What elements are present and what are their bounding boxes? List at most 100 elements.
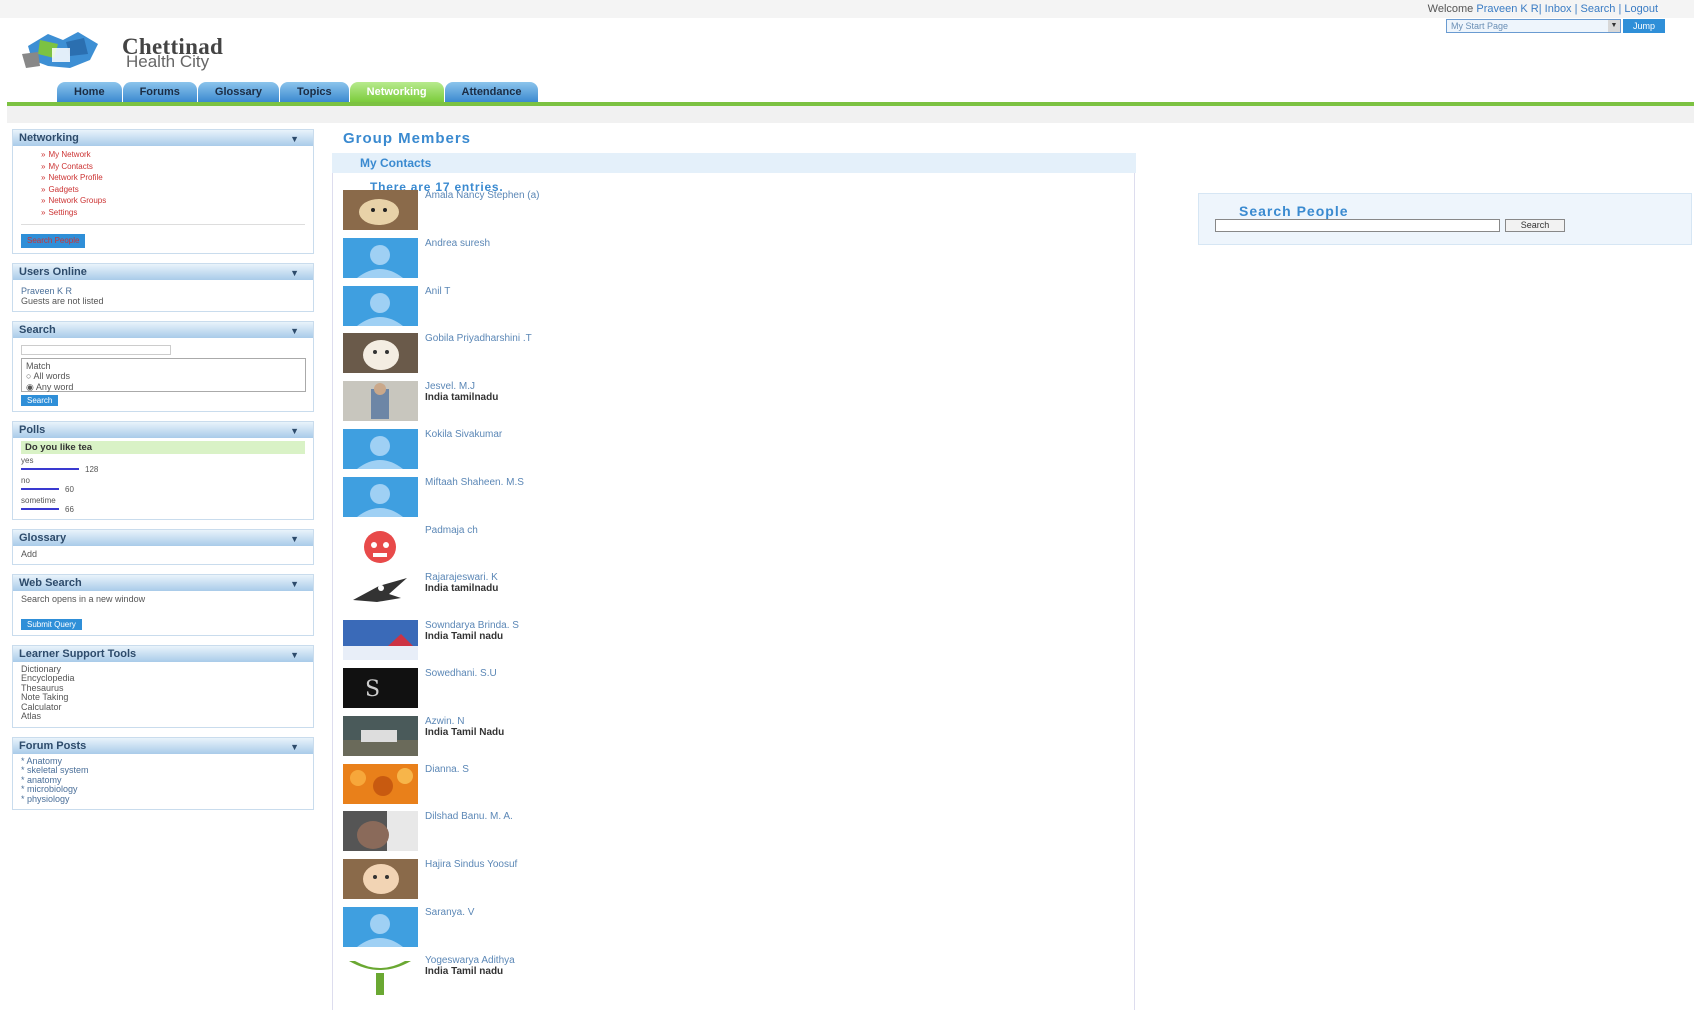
member-avatar[interactable] <box>343 429 418 469</box>
member-name-link[interactable]: Anil T <box>425 286 450 297</box>
member-name-link[interactable]: Yogeswarya Adithya <box>425 955 515 966</box>
learner-tools-header[interactable]: Learner Support Tools ▼ <box>13 645 313 663</box>
search-people-panel: Search People Search <box>1198 193 1692 245</box>
tool-calculator[interactable]: Calculator <box>21 702 305 713</box>
member-avatar[interactable] <box>343 285 418 326</box>
nav-link-network-groups[interactable]: » Network Groups <box>21 195 305 207</box>
member-location: India tamilnadu <box>425 583 499 595</box>
search-people-submit[interactable]: Search <box>1505 219 1565 232</box>
member-avatar[interactable] <box>343 333 418 374</box>
submit-query-button[interactable]: Submit Query <box>21 618 82 630</box>
search-block: Search ▼ Match ○ All words ◉ Any word Se… <box>12 320 314 412</box>
member-name-link[interactable]: Jesvel. M.J <box>425 381 475 392</box>
match-label: Match <box>26 360 51 371</box>
forum-post-link[interactable]: * physiology <box>21 794 305 805</box>
member-name-link[interactable]: Kokila Sivakumar <box>425 429 502 440</box>
sidebar-search-input[interactable] <box>21 344 171 355</box>
member-avatar[interactable]: S <box>343 668 418 708</box>
networking-block-header[interactable]: Networking ▼ <box>13 130 313 146</box>
member-name-link[interactable]: Sowedhani. S.U <box>425 668 497 679</box>
radio-any-word[interactable]: ◉ Any word <box>26 382 301 393</box>
collapse-chevron-icon[interactable]: ▼ <box>290 323 299 339</box>
member-avatar[interactable] <box>343 620 418 661</box>
member-avatar[interactable] <box>343 811 418 852</box>
member-location: India tamilnadu <box>425 392 499 404</box>
member-avatar[interactable] <box>343 859 418 900</box>
member-avatar[interactable] <box>343 237 418 278</box>
nav-link-gadgets[interactable]: » Gadgets <box>21 184 305 196</box>
member-row: S Sowedhani. S.U <box>343 668 943 713</box>
forum-posts-header[interactable]: Forum Posts ▼ <box>13 737 313 755</box>
member-avatar[interactable] <box>343 954 418 995</box>
tab-forums[interactable]: Forums <box>122 82 197 102</box>
tab-attendance[interactable]: Attendance <box>444 82 539 102</box>
collapse-chevron-icon[interactable]: ▼ <box>290 739 299 755</box>
collapse-chevron-icon[interactable]: ▼ <box>290 531 299 547</box>
member-row: Dianna. S <box>343 763 943 809</box>
member-avatar[interactable] <box>343 907 418 947</box>
glossary-add-link[interactable]: Add <box>21 549 305 559</box>
bullet-icon: » <box>41 184 46 194</box>
online-user[interactable]: Praveen K R <box>21 286 305 296</box>
guests-note: Guests are not listed <box>21 295 104 306</box>
member-avatar[interactable] <box>343 476 418 517</box>
tab-topics[interactable]: Topics <box>280 82 349 102</box>
nav-link-my-contacts[interactable]: » My Contacts <box>21 161 305 173</box>
search-block-header[interactable]: Search ▼ <box>13 321 313 339</box>
collapse-chevron-icon[interactable]: ▼ <box>290 423 299 439</box>
nav-link-my-network[interactable]: » My Network <box>21 149 305 161</box>
nav-link-settings[interactable]: » Settings <box>21 207 305 219</box>
member-name-link[interactable]: Rajarajeswari. K <box>425 572 498 583</box>
sub-bar <box>7 106 1694 123</box>
member-name-link[interactable]: Dianna. S <box>425 764 469 775</box>
web-search-header[interactable]: Web Search ▼ <box>13 574 313 592</box>
block-title: Networking <box>19 132 79 144</box>
radio-all-words[interactable]: ○ All words <box>26 371 301 382</box>
member-avatar[interactable] <box>343 190 418 230</box>
tool-note-taking[interactable]: Note Taking <box>21 692 305 703</box>
glossary-block-header[interactable]: Glossary ▼ <box>13 529 313 547</box>
users-online-header[interactable]: Users Online ▼ <box>13 263 313 281</box>
jump-button[interactable]: Jump <box>1623 19 1665 33</box>
collapse-chevron-icon[interactable]: ▼ <box>290 647 299 663</box>
member-avatar[interactable] <box>343 381 418 422</box>
member-name-link[interactable]: Saranya. V <box>425 907 474 918</box>
member-row: Yogeswarya Adithya India Tamil nadu <box>343 954 943 1000</box>
member-name-link[interactable]: Andrea suresh <box>425 238 490 249</box>
collapse-chevron-icon[interactable]: ▼ <box>290 576 299 592</box>
learner-tools-block: Learner Support Tools ▼ Dictionary Encyc… <box>12 644 314 728</box>
member-row: Anil T <box>343 285 943 331</box>
member-avatar[interactable] <box>343 715 418 756</box>
collapse-chevron-icon[interactable]: ▼ <box>290 131 299 147</box>
search-people-input[interactable] <box>1215 219 1500 232</box>
tab-networking[interactable]: Networking <box>349 82 444 102</box>
member-name-link[interactable]: Sowndarya Brinda. S <box>425 620 519 631</box>
nav-link-network-profile[interactable]: » Network Profile <box>21 172 305 184</box>
member-name-link[interactable]: Padmaja ch <box>425 525 478 536</box>
start-page-select[interactable]: My Start Page ▼ <box>1446 19 1621 33</box>
member-name-link[interactable]: Gobila Priyadharshini .T <box>425 333 532 344</box>
member-name-link[interactable]: Dilshad Banu. M. A. <box>425 811 513 822</box>
member-avatar[interactable] <box>343 524 418 565</box>
tab-glossary[interactable]: Glossary <box>197 82 279 102</box>
member-row: Amala Nancy Stephen (a) <box>343 190 943 235</box>
member-name-link[interactable]: Amala Nancy Stephen (a) <box>425 190 540 201</box>
poll-answer: sometime 66 <box>21 495 74 514</box>
sidebar-search-button[interactable]: Search <box>21 394 59 406</box>
forum-post-link[interactable]: * skeletal system <box>21 765 305 776</box>
tool-atlas[interactable]: Atlas <box>21 711 305 722</box>
collapse-chevron-icon[interactable]: ▼ <box>290 265 299 281</box>
block-title: Web Search <box>19 576 82 589</box>
member-name-link[interactable]: Miftaah Shaheen. M.S <box>425 477 524 488</box>
member-name-link[interactable]: Azwin. N <box>425 716 464 727</box>
polls-block-header[interactable]: Polls ▼ <box>13 421 313 439</box>
tab-home[interactable]: Home <box>57 82 122 102</box>
member-avatar[interactable] <box>343 763 418 804</box>
member-location: India Tamil Nadu <box>425 726 505 738</box>
left-sidebar: Networking ▼ » My Network » My Contacts » N… <box>12 129 314 819</box>
member-name-link[interactable]: Hajira Sindus Yoosuf <box>425 859 517 870</box>
main-nav: Home Forums Glossary Topics Networking A… <box>57 82 539 102</box>
user-links[interactable]: Praveen K R| Inbox | Search | Logout <box>1476 3 1658 15</box>
search-people-button[interactable]: Search People <box>21 234 86 248</box>
member-avatar[interactable] <box>343 572 418 613</box>
